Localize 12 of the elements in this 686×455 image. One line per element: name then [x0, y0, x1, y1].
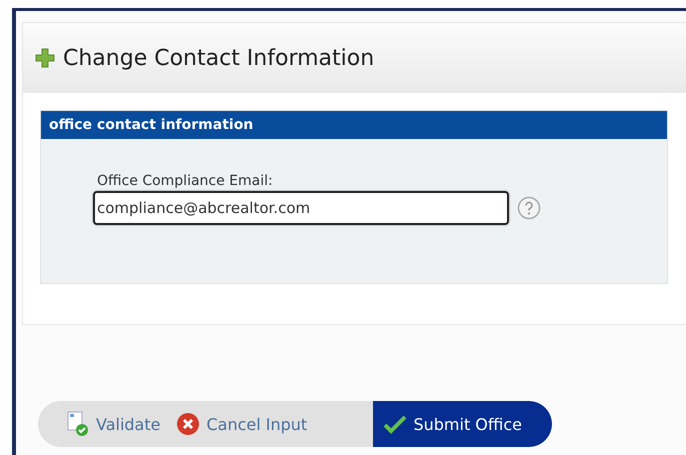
validate-button[interactable]: Validate — [38, 401, 168, 447]
email-field[interactable]: compliance@abcrealtor.com — [93, 191, 509, 225]
cancel-button[interactable]: Cancel Input — [168, 401, 316, 447]
section-title: office contact information — [41, 111, 667, 139]
field-label: Office Compliance Email: — [97, 173, 274, 189]
document-check-icon — [66, 411, 90, 437]
submit-button[interactable]: Submit Office — [373, 401, 552, 447]
panel-title: Change Contact Information — [63, 46, 374, 70]
plus-icon — [35, 48, 55, 68]
help-icon[interactable] — [517, 196, 541, 220]
checkmark-icon — [383, 414, 408, 434]
cancel-icon — [176, 412, 200, 436]
